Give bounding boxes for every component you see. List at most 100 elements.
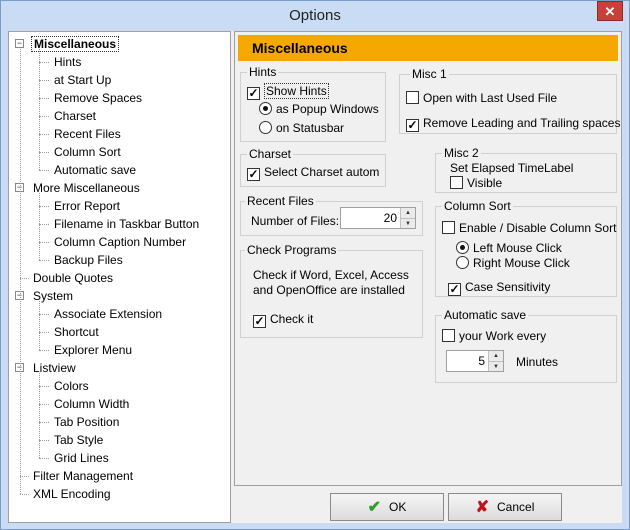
tree-item-label: Column Caption Number [54,235,187,249]
tree-item-label: Recent Files [54,127,121,141]
spin-down-icon[interactable]: ▼ [489,361,503,371]
tree-item-label: Filter Management [33,469,134,483]
case-sensitivity-label: Case Sensitivity [465,280,551,294]
tree-item-label: Grid Lines [54,451,109,465]
case-sensitivity-checkbox[interactable]: ✓ Case Sensitivity [448,280,550,296]
close-icon[interactable]: ✕ [597,1,623,21]
minutes-spinner[interactable]: 5 ▲ ▼ [446,350,504,372]
cancel-label: Cancel [497,500,535,514]
tree-item[interactable]: Automatic save [52,161,138,179]
show-hints-checkbox[interactable]: ✓ Show Hints [247,83,329,100]
tree-category[interactable]: Double Quotes [31,269,115,287]
on-statusbar-radio[interactable]: on Statusbar [259,121,344,135]
spin-down-icon[interactable]: ▼ [401,218,415,228]
tree-connector [39,314,49,315]
tree-item[interactable]: Associate Extension [52,305,164,323]
tree-item-label: Tab Position [54,415,120,429]
automatic-save-group-title: Automatic save [442,308,529,322]
tree-item[interactable]: Filename in Taskbar Button [52,215,201,233]
tree-item[interactable]: Error Report [52,197,122,215]
minutes-label: Minutes [516,355,559,369]
tree-connector [39,422,49,423]
spin-up-icon[interactable]: ▲ [401,208,415,218]
tree-item[interactable]: at Start Up [52,71,113,89]
enable-column-sort-label: Enable / Disable Column Sort [459,221,617,235]
tree-item[interactable]: Remove Spaces [52,89,144,107]
automatic-save-group: Automatic save your Work every 5 ▲ ▼ Min… [435,308,617,383]
as-popup-radio[interactable]: as Popup Windows [259,102,379,116]
tree-connector [39,98,49,99]
visible-checkbox[interactable]: Visible [450,176,502,190]
tree-item[interactable]: Column Caption Number [52,233,188,251]
tree-item[interactable]: Explorer Menu [52,341,134,359]
tree-item[interactable]: Grid Lines [52,449,111,467]
check-it-checkbox[interactable]: ✓ Check it [253,312,313,328]
hints-group-title: Hints [247,65,279,79]
enable-column-sort-checkbox[interactable]: Enable / Disable Column Sort [442,221,616,235]
tree-item-label: Listview [33,361,76,375]
tree-item-label: Explorer Menu [54,343,133,357]
radio-icon [259,121,272,134]
as-popup-label: as Popup Windows [276,102,379,116]
charset-group: Charset ✓ Select Charset autom [240,147,386,187]
recent-files-group-title: Recent Files [245,194,316,208]
left-click-radio[interactable]: Left Mouse Click [456,241,562,255]
right-click-label: Right Mouse Click [473,256,570,270]
remove-spaces-checkbox[interactable]: ✓ Remove Leading and Trailing spaces [406,116,620,132]
check-programs-text-2: and OpenOffice are installed [253,283,405,297]
hints-group: Hints ✓ Show Hints as Popup Windows on St… [240,65,386,142]
tree-connector [39,242,49,243]
tree-category[interactable]: XML Encoding [31,485,113,503]
tree-item[interactable]: Hints [52,53,83,71]
select-charset-checkbox[interactable]: ✓ Select Charset autom [247,165,379,181]
your-work-checkbox[interactable]: your Work every [442,329,546,343]
right-click-radio[interactable]: Right Mouse Click [456,256,570,270]
tree-item[interactable]: Backup Files [52,251,125,269]
tree-connector [20,494,29,495]
checkbox-icon: ✓ [406,118,419,132]
tree-category[interactable]: System [31,287,75,305]
tree-item-label: Backup Files [54,253,123,267]
title-bar: Options ✕ [1,1,629,31]
tree-item[interactable]: Charset [52,107,98,125]
options-tree[interactable]: Miscellaneous − Hints at Start Up Remove Spa… [8,31,231,523]
cancel-x-icon: ✘ [475,499,490,516]
tree-category[interactable]: Miscellaneous [31,35,120,53]
your-work-label: your Work every [459,329,547,343]
tree-connector [39,134,49,135]
cancel-button[interactable]: ✘ Cancel [448,493,562,521]
misc2-group: Misc 2 Set Elapsed TimeLabel Visible [435,146,617,193]
open-last-label: Open with Last Used File [423,91,558,105]
checkbox-icon: ✓ [247,167,260,181]
left-click-label: Left Mouse Click [473,241,562,255]
tree-item-label: Associate Extension [54,307,163,321]
tree-connector [39,224,49,225]
charset-group-title: Charset [247,147,294,161]
tree-item[interactable]: Column Width [52,395,131,413]
number-of-files-spinner[interactable]: 20 ▲ ▼ [340,207,416,229]
spin-up-icon[interactable]: ▲ [489,351,503,361]
tree-item[interactable]: Shortcut [52,323,101,341]
checkbox-icon: ✓ [247,86,260,100]
tree-connector [39,152,49,153]
tree-item[interactable]: Column Sort [52,143,123,161]
recent-files-group: Recent Files Number of Files: 20 ▲ ▼ [240,194,423,236]
tree-item[interactable]: Colors [52,377,91,395]
tree-category[interactable]: More Miscellaneous [31,179,142,197]
tree-item-label: Filename in Taskbar Button [54,217,200,231]
select-charset-label: Select Charset autom [264,165,380,179]
tree-category[interactable]: Listview [31,359,78,377]
collapse-icon[interactable]: − [15,39,24,48]
ok-button[interactable]: ✔ OK [330,493,444,521]
tree-item[interactable]: Recent Files [52,125,123,143]
tree-item[interactable]: Tab Position [52,413,121,431]
radio-icon [456,241,469,254]
tree-category[interactable]: Filter Management [31,467,135,485]
open-last-checkbox[interactable]: Open with Last Used File [406,91,557,105]
visible-label: Visible [467,176,503,190]
tree-item[interactable]: Tab Style [52,431,105,449]
options-window: Options ✕ Miscellaneous − Hints at Start Up… [0,0,630,530]
radio-icon [456,256,469,269]
tree-item-label: System [33,289,74,303]
checkbox-icon [406,91,419,104]
